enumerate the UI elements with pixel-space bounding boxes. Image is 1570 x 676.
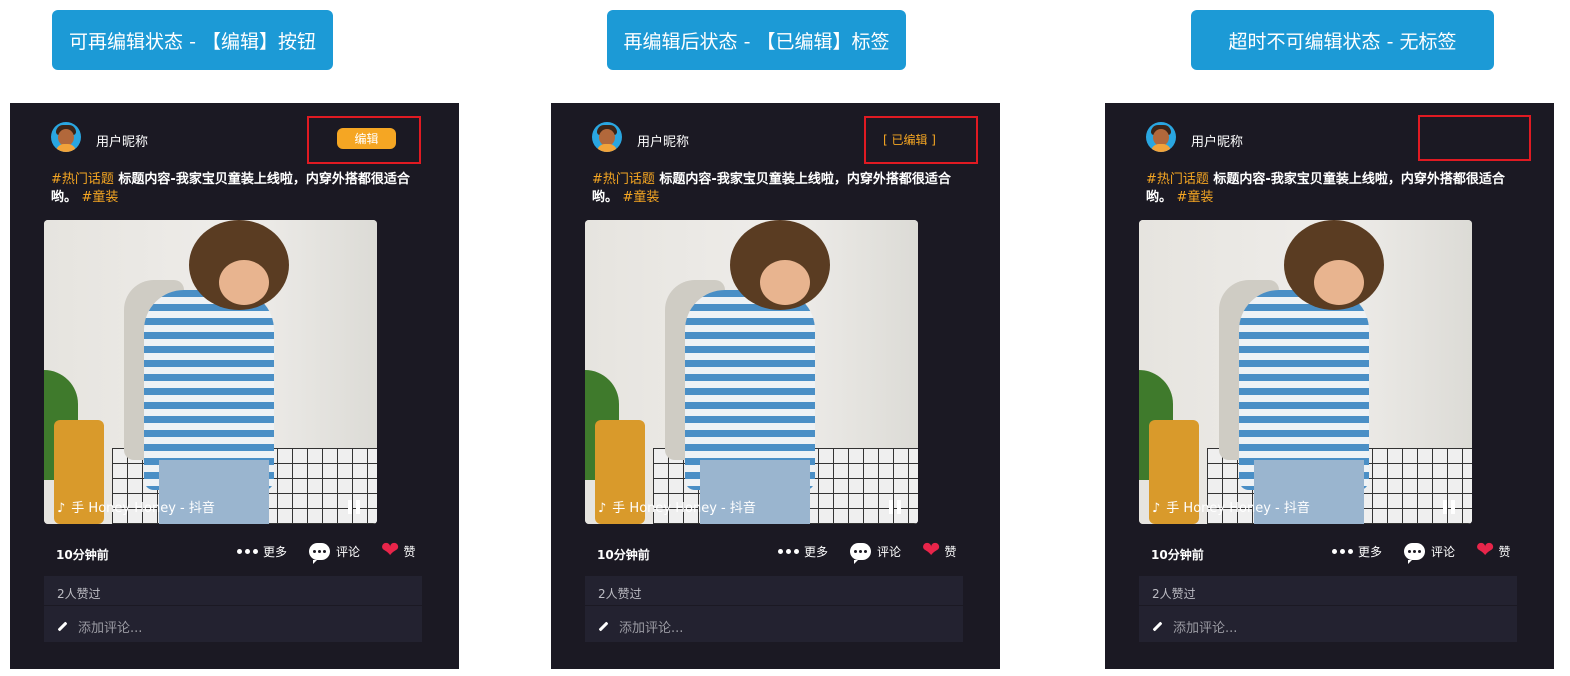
pencil-icon xyxy=(57,621,68,632)
heart-icon: ❤ xyxy=(922,538,941,563)
comment-input[interactable]: 添加评论... xyxy=(1152,617,1237,636)
likes-panel: 2人赞过 添加评论... xyxy=(44,576,422,642)
like-button[interactable]: ❤ 赞 xyxy=(922,540,956,562)
video-thumbnail[interactable]: ♪ 手 Honey Honey - 抖音 xyxy=(585,220,918,524)
post-caption: #热门话题 标题内容-我家宝贝童装上线啦，内穿外搭都很适合哟。 #童装 xyxy=(51,171,431,207)
highlight-box xyxy=(1418,115,1531,161)
likes-count: 2人赞过 xyxy=(598,587,642,601)
stage: 可再编辑状态 - 【编辑】按钮 用户昵称 编辑 #热门话题 标题内容-我家宝贝童… xyxy=(0,0,1570,676)
like-label: 赞 xyxy=(1498,544,1511,559)
pause-icon[interactable] xyxy=(348,500,360,514)
avatar[interactable] xyxy=(592,122,622,152)
like-button[interactable]: ❤ 赞 xyxy=(1476,540,1510,562)
more-button[interactable]: 更多 xyxy=(237,540,287,562)
video-thumbnail[interactable]: ♪ 手 Honey Honey - 抖音 xyxy=(1139,220,1472,524)
comment-button[interactable]: 评论 xyxy=(850,540,902,564)
post-card-expired: 用户昵称 #热门话题 标题内容-我家宝贝童装上线啦，内穿外搭都很适合哟。 #童装… xyxy=(1105,103,1554,669)
hashtag-kids-wear[interactable]: #童装 xyxy=(1177,190,1214,205)
likes-count: 2人赞过 xyxy=(1152,587,1196,601)
dots-icon xyxy=(237,548,258,554)
chat-bubble-icon xyxy=(850,542,871,564)
state-header-expired[interactable]: 超时不可编辑状态 - 无标签 xyxy=(1191,10,1494,70)
music-label: ♪ 手 Honey Honey - 抖音 xyxy=(1152,501,1310,516)
username[interactable]: 用户昵称 xyxy=(637,131,689,150)
comment-button[interactable]: 评论 xyxy=(1404,540,1456,564)
post-time: 10分钟前 xyxy=(597,548,650,562)
more-label: 更多 xyxy=(804,544,829,559)
heart-icon: ❤ xyxy=(1476,538,1495,563)
hashtag-hot-topic[interactable]: #热门话题 xyxy=(592,172,655,187)
post-time: 10分钟前 xyxy=(1151,548,1204,562)
hashtag-kids-wear[interactable]: #童装 xyxy=(623,190,660,205)
tiktok-note-icon: ♪ xyxy=(598,501,607,516)
comment-button[interactable]: 评论 xyxy=(309,540,361,564)
dots-icon xyxy=(1332,548,1353,554)
comment-label: 评论 xyxy=(877,544,902,559)
music-label: ♪ 手 Honey Honey - 抖音 xyxy=(57,501,215,516)
post-time: 10分钟前 xyxy=(56,548,109,562)
pause-icon[interactable] xyxy=(1443,500,1455,514)
likes-panel: 2人赞过 添加评论... xyxy=(585,576,963,642)
comment-input[interactable]: 添加评论... xyxy=(598,617,683,636)
more-button[interactable]: 更多 xyxy=(778,540,828,562)
dots-icon xyxy=(778,548,799,554)
more-button[interactable]: 更多 xyxy=(1332,540,1382,562)
state-header-editable[interactable]: 可再编辑状态 - 【编辑】按钮 xyxy=(52,10,333,70)
username[interactable]: 用户昵称 xyxy=(96,131,148,150)
avatar[interactable] xyxy=(51,122,81,152)
post-caption: #热门话题 标题内容-我家宝贝童装上线啦，内穿外搭都很适合哟。 #童装 xyxy=(592,171,972,207)
music-label: ♪ 手 Honey Honey - 抖音 xyxy=(598,501,756,516)
action-bar: 更多 评论 ❤ 赞 xyxy=(1332,540,1522,564)
more-label: 更多 xyxy=(263,544,288,559)
heart-icon: ❤ xyxy=(381,538,400,563)
tiktok-note-icon: ♪ xyxy=(57,501,66,516)
like-label: 赞 xyxy=(944,544,957,559)
action-bar: 更多 评论 ❤ 赞 xyxy=(237,540,427,564)
post-card-edited: 用户昵称 [ 已编辑 ] #热门话题 标题内容-我家宝贝童装上线啦，内穿外搭都很… xyxy=(551,103,1000,669)
post-card-editable: 用户昵称 编辑 #热门话题 标题内容-我家宝贝童装上线啦，内穿外搭都很适合哟。 … xyxy=(10,103,459,669)
more-label: 更多 xyxy=(1358,544,1383,559)
tiktok-note-icon: ♪ xyxy=(1152,501,1161,516)
likes-count: 2人赞过 xyxy=(57,587,101,601)
comment-label: 评论 xyxy=(336,544,361,559)
like-button[interactable]: ❤ 赞 xyxy=(381,540,415,562)
like-label: 赞 xyxy=(403,544,416,559)
likes-panel: 2人赞过 添加评论... xyxy=(1139,576,1517,642)
avatar[interactable] xyxy=(1146,122,1176,152)
pencil-icon xyxy=(1152,621,1163,632)
chat-bubble-icon xyxy=(1404,542,1425,564)
edit-button[interactable]: 编辑 xyxy=(337,128,396,149)
hashtag-hot-topic[interactable]: #热门话题 xyxy=(51,172,114,187)
video-thumbnail[interactable]: ♪ 手 Honey Honey - 抖音 xyxy=(44,220,377,524)
hashtag-hot-topic[interactable]: #热门话题 xyxy=(1146,172,1209,187)
comment-input[interactable]: 添加评论... xyxy=(57,617,142,636)
edited-tag: [ 已编辑 ] xyxy=(883,133,936,147)
hashtag-kids-wear[interactable]: #童装 xyxy=(82,190,119,205)
pause-icon[interactable] xyxy=(889,500,901,514)
comment-label: 评论 xyxy=(1431,544,1456,559)
state-header-edited[interactable]: 再编辑后状态 - 【已编辑】标签 xyxy=(607,10,906,70)
username[interactable]: 用户昵称 xyxy=(1191,131,1243,150)
post-caption: #热门话题 标题内容-我家宝贝童装上线啦，内穿外搭都很适合哟。 #童装 xyxy=(1146,171,1526,207)
action-bar: 更多 评论 ❤ 赞 xyxy=(778,540,968,564)
pencil-icon xyxy=(598,621,609,632)
chat-bubble-icon xyxy=(309,542,330,564)
